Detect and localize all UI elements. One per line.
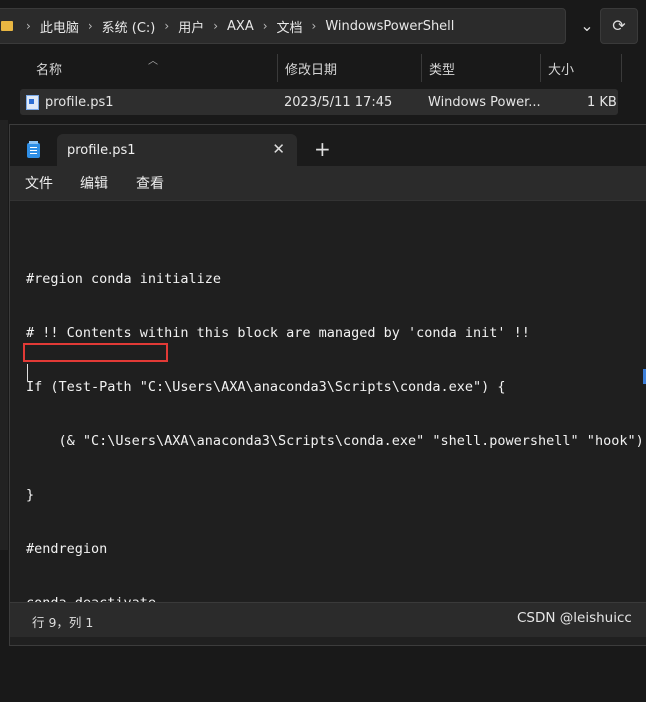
watermark: CSDN @leishuicc xyxy=(517,610,632,626)
folder-icon xyxy=(1,21,13,31)
address-bar[interactable]: › 此电脑 › 系统 (C:) › 用户 › AXA › 文档 › Window… xyxy=(0,8,566,44)
code-line: } xyxy=(26,487,35,503)
powershell-script-icon xyxy=(26,94,39,110)
file-modified: 2023/5/11 17:45 xyxy=(284,94,393,110)
tab-title: profile.ps1 xyxy=(67,142,136,158)
breadcrumb-documents[interactable]: 文档 xyxy=(277,17,303,36)
column-header-name[interactable]: 名称 xyxy=(28,54,278,82)
close-icon[interactable]: ✕ xyxy=(272,140,285,158)
file-name-cell: profile.ps1 xyxy=(26,89,114,115)
file-row[interactable]: profile.ps1 2023/5/11 17:45 Windows Powe… xyxy=(20,89,618,115)
code-line: If (Test-Path "C:\Users\AXA\anaconda3\Sc… xyxy=(26,379,506,395)
text-editor[interactable]: #region conda initialize # !! Contents w… xyxy=(10,201,646,611)
file-name: profile.ps1 xyxy=(45,94,114,110)
chevron-right-icon: › xyxy=(311,19,317,33)
code-line: #endregion xyxy=(26,541,108,557)
breadcrumb-this-pc[interactable]: 此电脑 xyxy=(40,17,79,36)
new-tab-button[interactable]: + xyxy=(314,139,331,159)
code-line: (& "C:\Users\AXA\anaconda3\Scripts\conda… xyxy=(26,433,644,449)
breadcrumb-axa[interactable]: AXA xyxy=(227,19,254,34)
file-type: Windows Power... xyxy=(428,94,541,110)
chevron-down-icon[interactable]: ⌄ xyxy=(570,8,604,42)
column-header-row: 名称 修改日期 类型 大小 xyxy=(0,54,646,82)
cursor-position: 行 9，列 1 xyxy=(32,615,94,630)
menu-view[interactable]: 查看 xyxy=(136,166,164,200)
tab-profile-ps1[interactable]: profile.ps1 ✕ xyxy=(57,134,297,166)
chevron-right-icon: › xyxy=(213,19,219,33)
column-header-size[interactable]: 大小 xyxy=(540,54,622,82)
status-bar: 行 9，列 1 CSDN @leishuicc xyxy=(10,602,646,637)
explorer-nav-pane-edge xyxy=(0,120,8,550)
red-highlight-box xyxy=(23,343,168,362)
breadcrumb-users[interactable]: 用户 xyxy=(178,17,204,36)
menu-file[interactable]: 文件 xyxy=(25,166,53,200)
refresh-icon[interactable]: ⟳ xyxy=(602,8,636,42)
text-caret xyxy=(27,364,28,381)
chevron-right-icon: › xyxy=(26,19,31,33)
menu-edit[interactable]: 编辑 xyxy=(80,166,108,200)
notepad-window: profile.ps1 ✕ + 文件 编辑 查看 #region conda i… xyxy=(9,124,646,646)
notepad-app-icon xyxy=(27,141,40,158)
tab-bar: profile.ps1 ✕ + xyxy=(10,125,646,166)
chevron-right-icon: › xyxy=(164,19,170,33)
chevron-right-icon: › xyxy=(262,19,268,33)
breadcrumb-c-drive[interactable]: 系统 (C:) xyxy=(102,17,156,36)
column-header-modified[interactable]: 修改日期 xyxy=(277,54,422,82)
file-size: 1 KB xyxy=(587,94,617,110)
menu-bar: 文件 编辑 查看 xyxy=(10,166,646,201)
column-header-type[interactable]: 类型 xyxy=(421,54,541,82)
code-line: #region conda initialize xyxy=(26,271,222,287)
code-line: # !! Contents within this block are mana… xyxy=(26,325,530,341)
chevron-right-icon: › xyxy=(87,19,93,33)
breadcrumb-windowspowershell[interactable]: WindowsPowerShell xyxy=(325,19,454,34)
